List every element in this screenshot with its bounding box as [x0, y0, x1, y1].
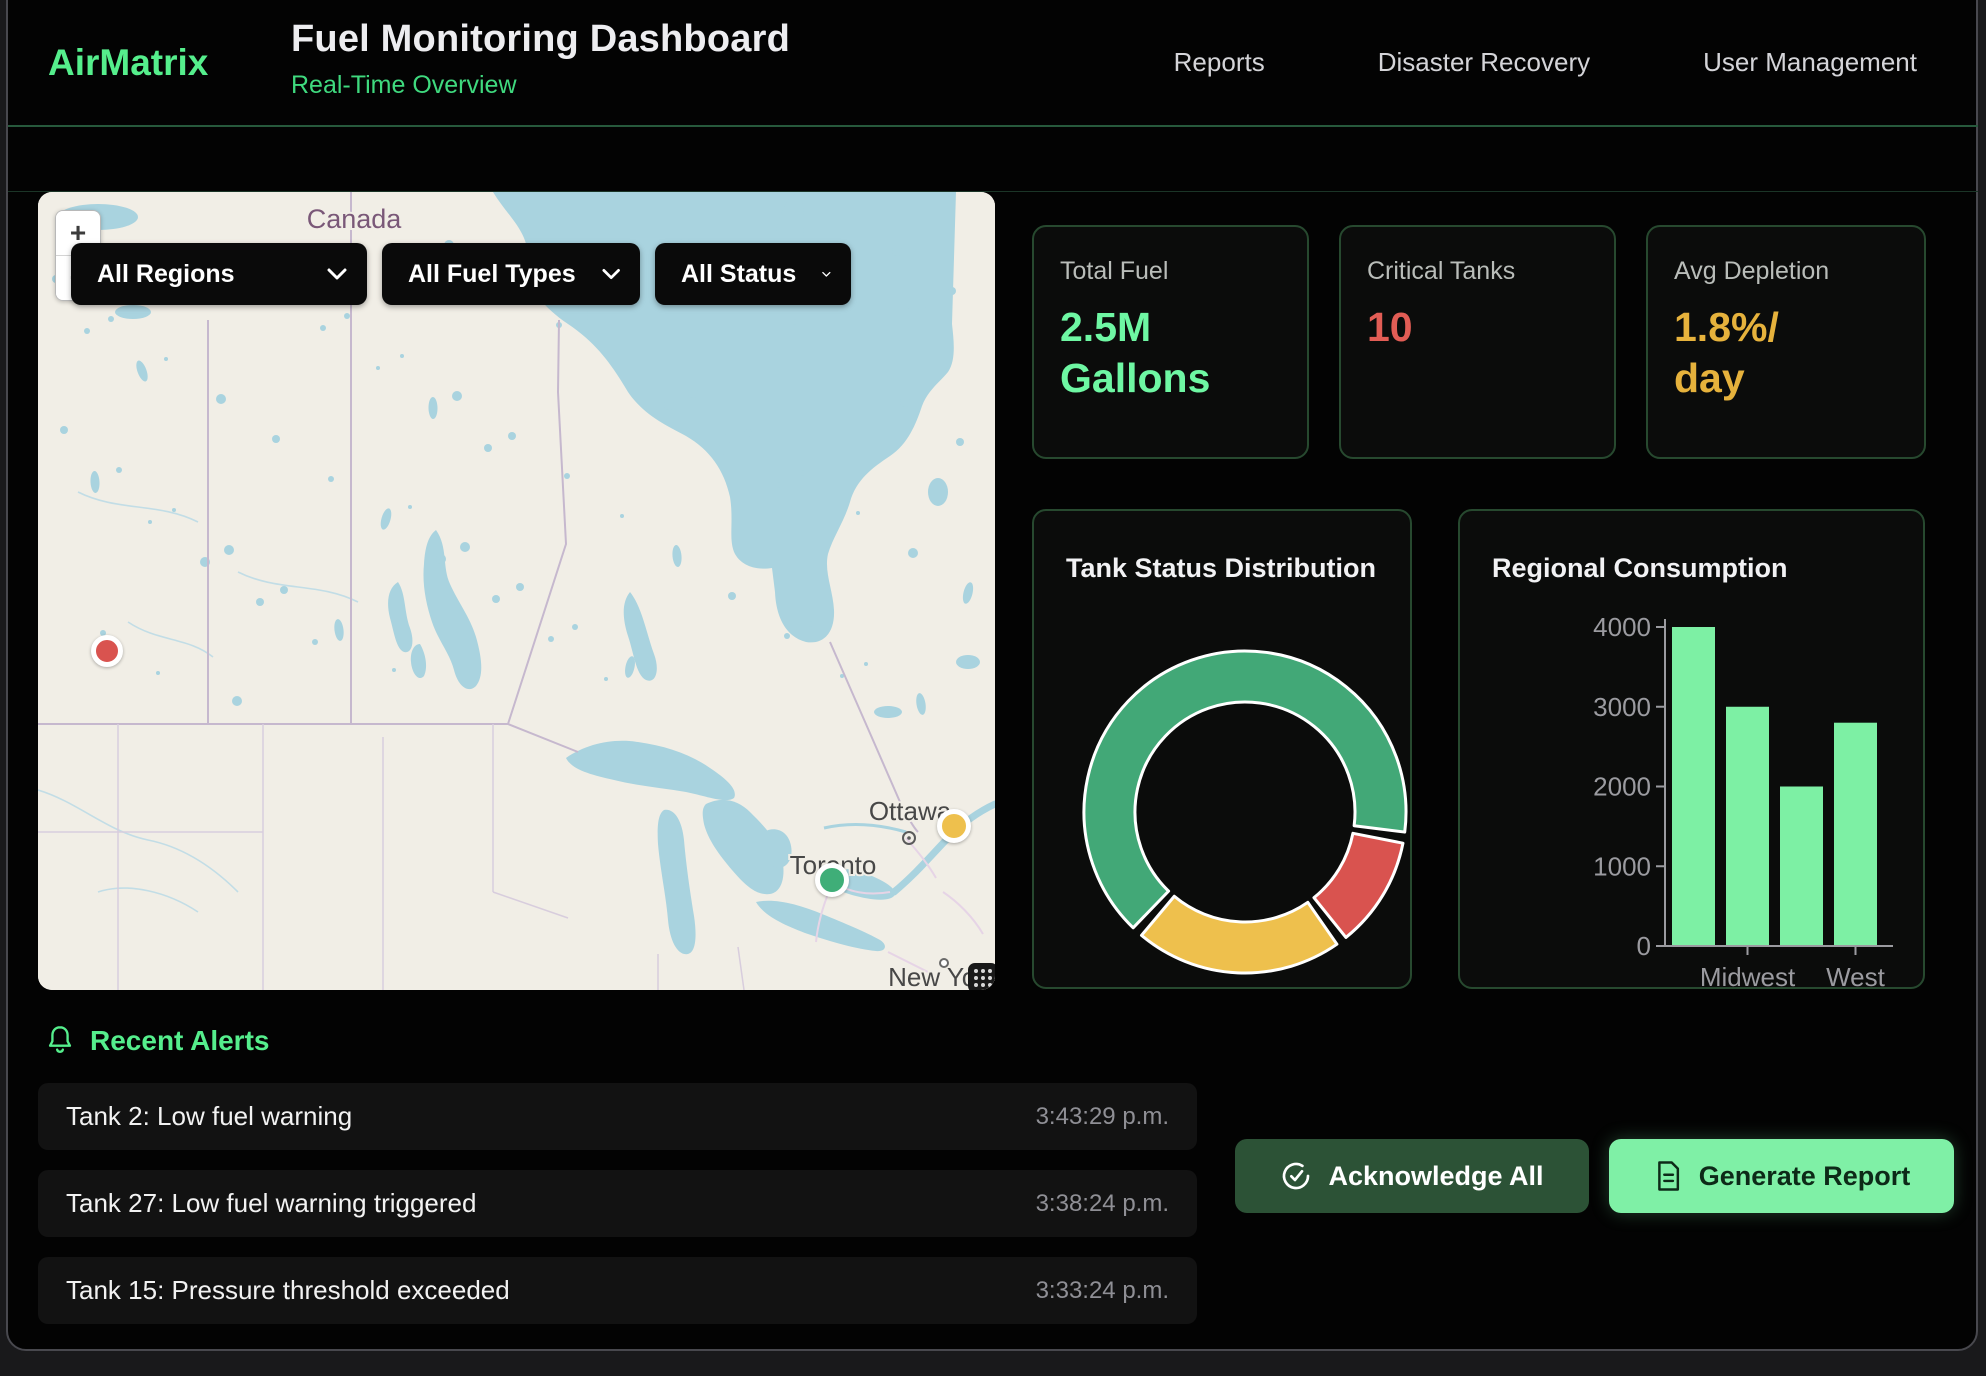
stat-label: Avg Depletion [1674, 257, 1898, 286]
chevron-down-icon [602, 268, 620, 281]
stat-value: 1.8%/ day [1674, 302, 1898, 405]
acknowledge-all-label: Acknowledge All [1328, 1161, 1543, 1192]
map-resize-handle[interactable] [968, 963, 995, 990]
tank-status-chart-card: Tank Status Distribution [1032, 509, 1412, 989]
region-filter-dropdown[interactable]: All Regions [71, 243, 367, 305]
alert-row[interactable]: Tank 27: Low fuel warning triggered 3:38… [38, 1170, 1197, 1237]
bell-icon [44, 1024, 76, 1058]
tank-status-donut-chart [1034, 511, 1414, 991]
svg-text:1000: 1000 [1593, 851, 1651, 881]
map-canvas: CanadaOttawaTorontoNew York [38, 192, 995, 990]
status-filter-dropdown[interactable]: All Status [655, 243, 851, 305]
fuel-type-filter-value: All Fuel Types [408, 260, 576, 289]
brand-logo: AirMatrix [48, 0, 208, 125]
tank-marker-critical[interactable] [91, 635, 123, 667]
alert-row[interactable]: Tank 2: Low fuel warning 3:43:29 p.m. [38, 1083, 1197, 1150]
stat-card-total-fuel: Total Fuel 2.5M Gallons [1032, 225, 1309, 459]
svg-text:4000: 4000 [1593, 612, 1651, 642]
acknowledge-all-button[interactable]: Acknowledge All [1235, 1139, 1589, 1213]
fuel-type-filter-dropdown[interactable]: All Fuel Types [382, 243, 640, 305]
svg-text:Canada: Canada [307, 204, 403, 234]
nav-item-user-management[interactable]: User Management [1703, 47, 1917, 78]
page-title: Fuel Monitoring Dashboard [291, 18, 790, 61]
svg-text:West: West [1826, 962, 1886, 991]
generate-report-button[interactable]: Generate Report [1609, 1139, 1954, 1213]
stat-value: 2.5M Gallons [1060, 302, 1281, 405]
alert-message: Tank 2: Low fuel warning [66, 1101, 352, 1132]
svg-text:3000: 3000 [1593, 692, 1651, 722]
status-filter-value: All Status [681, 260, 796, 289]
stat-label: Critical Tanks [1367, 257, 1588, 286]
alert-message: Tank 15: Pressure threshold exceeded [66, 1275, 510, 1306]
generate-report-label: Generate Report [1699, 1161, 1911, 1192]
regional-consumption-chart-card: Regional Consumption 01000200030004000Mi… [1458, 509, 1925, 989]
svg-text:Midwest: Midwest [1700, 962, 1796, 991]
tank-marker-warning[interactable] [937, 809, 971, 843]
recent-alerts-title: Recent Alerts [90, 1025, 269, 1057]
svg-text:0: 0 [1637, 931, 1651, 961]
map-filter-row: All Regions All Fuel Types All Status [71, 243, 851, 305]
header-divider [8, 125, 1978, 127]
stat-card-critical-tanks: Critical Tanks 10 [1339, 225, 1616, 459]
regional-consumption-bar-chart: 0 1000 2000 3000 4000 Midwest West [1460, 511, 1927, 991]
check-circle-icon [1280, 1160, 1312, 1192]
chevron-down-icon [327, 268, 347, 281]
stat-label: Total Fuel [1060, 257, 1281, 286]
main-nav: Reports Disaster Recovery User Managemen… [1174, 0, 1917, 125]
donut-segment-yellow-warning [1142, 896, 1337, 973]
header: AirMatrix Fuel Monitoring Dashboard Real… [8, 0, 1978, 125]
stat-value: 10 [1367, 302, 1588, 353]
alert-timestamp: 3:43:29 p.m. [1036, 1103, 1169, 1131]
fuel-sites-map[interactable]: CanadaOttawaTorontoNew York + − All Regi… [38, 192, 995, 990]
alert-timestamp: 3:38:24 p.m. [1036, 1190, 1169, 1218]
document-icon [1653, 1160, 1683, 1192]
alert-message: Tank 27: Low fuel warning triggered [66, 1188, 476, 1219]
title-block: Fuel Monitoring Dashboard Real-Time Over… [291, 18, 790, 100]
region-filter-value: All Regions [97, 260, 235, 289]
tank-marker-normal[interactable] [815, 863, 849, 897]
nav-item-reports[interactable]: Reports [1174, 47, 1265, 78]
nav-item-disaster-recovery[interactable]: Disaster Recovery [1378, 47, 1590, 78]
page-subtitle: Real-Time Overview [291, 71, 790, 100]
alert-timestamp: 3:33:24 p.m. [1036, 1277, 1169, 1305]
dashboard-stage: AirMatrix Fuel Monitoring Dashboard Real… [0, 0, 1986, 1376]
alert-row[interactable]: Tank 15: Pressure threshold exceeded 3:3… [38, 1257, 1197, 1324]
recent-alerts-heading: Recent Alerts [44, 1024, 269, 1058]
chevron-down-icon [822, 268, 831, 281]
stat-card-avg-depletion: Avg Depletion 1.8%/ day [1646, 225, 1926, 459]
donut-segment-red-critical [1314, 833, 1403, 937]
svg-text:2000: 2000 [1593, 772, 1651, 802]
